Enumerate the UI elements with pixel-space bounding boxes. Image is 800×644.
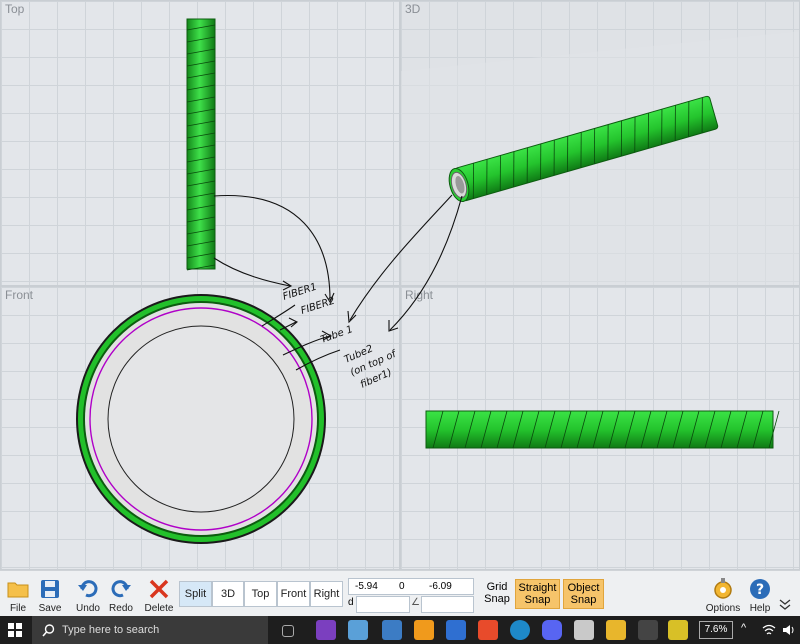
straight-snap-label-2: Snap — [524, 594, 551, 606]
sticky-notes-icon[interactable] — [606, 620, 626, 640]
task-view-icon[interactable] — [282, 625, 294, 637]
search-icon — [42, 624, 55, 637]
save-button[interactable]: Save — [32, 573, 68, 617]
angle-input[interactable] — [421, 596, 474, 613]
front-viewport[interactable]: Front — [0, 286, 400, 570]
bottom-toolbar: File Save Undo Redo Delete Split 3D Top … — [0, 570, 800, 617]
grid-snap-label-2: Snap — [484, 593, 510, 605]
view-split-button[interactable]: Split — [179, 581, 212, 607]
redo-label: Redo — [109, 603, 133, 614]
coordinate-readout[interactable]: -5.94 0 -6.09 — [348, 578, 474, 595]
undo-icon — [78, 580, 98, 598]
taskbar-search-box[interactable]: Type here to search — [32, 616, 268, 644]
3d-view-fiber — [401, 31, 799, 285]
windows-start-icon[interactable] — [8, 623, 22, 637]
app-icon-1[interactable] — [348, 620, 368, 640]
app-icon-3[interactable] — [574, 620, 594, 640]
help-button[interactable]: ? Help — [742, 573, 778, 617]
coord-x: -5.94 — [355, 581, 378, 592]
svg-text:?: ? — [756, 582, 764, 598]
view-right-button[interactable]: Right — [310, 581, 343, 607]
options-button[interactable]: Options — [703, 573, 743, 617]
app-icon-2[interactable] — [382, 620, 402, 640]
delete-x-icon — [149, 579, 169, 599]
discord-icon[interactable] — [542, 620, 562, 640]
folder-icon — [7, 582, 29, 598]
distance-input[interactable] — [356, 596, 410, 613]
help-label: Help — [749, 603, 771, 614]
cpu-usage-widget[interactable]: 7.6% — [699, 621, 733, 639]
front-view-cross-section — [76, 294, 326, 544]
angle-icon: ∠ — [411, 597, 420, 608]
chevron-up-icon[interactable]: ^ — [741, 622, 746, 634]
grid-snap-label: Grid — [486, 581, 508, 593]
straight-snap-label: Straight — [518, 582, 557, 594]
help-icon: ? — [750, 579, 770, 599]
onenote-icon[interactable] — [316, 620, 336, 640]
file-button[interactable]: File — [0, 573, 36, 617]
redo-button[interactable]: Redo — [103, 573, 139, 617]
volume-icon[interactable] — [782, 624, 796, 636]
top-viewport[interactable]: Top — [0, 0, 400, 286]
undo-label: Undo — [76, 603, 100, 614]
delete-button[interactable]: Delete — [141, 573, 177, 617]
right-viewport[interactable]: Right — [400, 286, 800, 570]
view-3d-button[interactable]: 3D — [212, 581, 244, 607]
floppy-disk-icon — [41, 580, 59, 598]
sketchup-icon[interactable] — [414, 620, 434, 640]
file-label: File — [9, 603, 27, 614]
coord-z: -6.09 — [429, 581, 452, 592]
object-snap-toggle[interactable]: Object Snap — [563, 579, 604, 609]
edge-icon[interactable] — [510, 620, 530, 640]
object-snap-label-2: Snap — [570, 594, 597, 606]
distance-label: d — [348, 597, 354, 608]
matlab-icon[interactable] — [478, 620, 498, 640]
undo-button[interactable]: Undo — [70, 573, 106, 617]
gear-icon — [714, 578, 732, 599]
object-snap-label: Object — [567, 582, 600, 594]
search-placeholder: Type here to search — [62, 624, 160, 636]
delete-label: Delete — [144, 603, 174, 614]
top-view-fiber — [186, 18, 216, 271]
app-icon-4[interactable] — [638, 620, 658, 640]
right-view-fiber — [425, 410, 780, 449]
options-label: Options — [705, 603, 741, 614]
windows-taskbar: Type here to search 7.6% ^ — [0, 616, 800, 644]
straight-snap-toggle[interactable]: Straight Snap — [515, 579, 560, 609]
3d-viewport[interactable]: 3D — [400, 0, 800, 286]
file-explorer-icon[interactable] — [446, 620, 466, 640]
coord-y: 0 — [399, 581, 405, 592]
chevron-down-icon[interactable] — [778, 597, 792, 611]
grid-snap-toggle[interactable]: Grid Snap — [480, 579, 514, 609]
wifi-icon[interactable] — [762, 624, 776, 636]
view-front-button[interactable]: Front — [277, 581, 310, 607]
save-label: Save — [38, 603, 62, 614]
redo-icon — [111, 580, 131, 598]
app-icon-5[interactable] — [668, 620, 688, 640]
view-top-button[interactable]: Top — [244, 581, 277, 607]
